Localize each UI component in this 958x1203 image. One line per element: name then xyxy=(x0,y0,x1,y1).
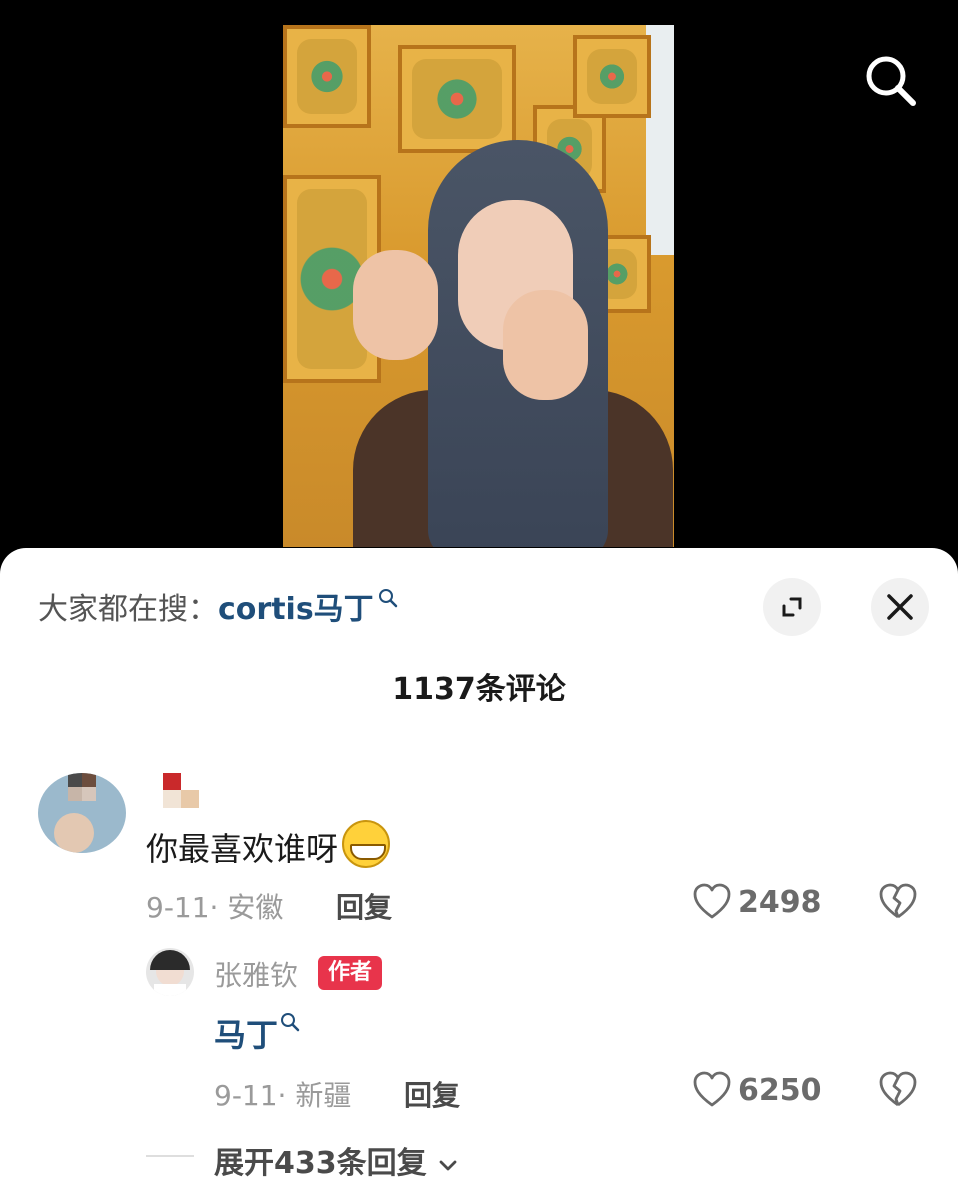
heart-icon xyxy=(693,883,731,919)
comments-count: 1137条评论 xyxy=(392,672,566,707)
avatar-mosaic xyxy=(68,773,82,787)
door-panel xyxy=(398,45,516,153)
comments-panel: 大家都在搜：cortis马丁 1137条评论 你最喜欢谁呀 9-11· 安徽 回… xyxy=(0,548,958,1203)
left-hand xyxy=(353,250,438,360)
reply-body: 马丁 xyxy=(214,1010,300,1056)
close-button[interactable] xyxy=(871,578,929,636)
video-frame[interactable] xyxy=(283,25,674,547)
like-count: 2498 xyxy=(738,884,822,920)
dislike-button[interactable] xyxy=(878,882,918,922)
door-panel xyxy=(573,35,651,118)
expand-button[interactable] xyxy=(763,578,821,636)
like-button[interactable]: 2498 xyxy=(692,882,822,922)
avatar-shirt xyxy=(154,984,186,996)
reply-button[interactable]: 回复 xyxy=(336,886,392,926)
search-icon xyxy=(866,56,916,106)
author-badge: 作者 xyxy=(318,956,383,990)
reply-date: 9-11 xyxy=(214,1079,278,1112)
avatar-mosaic xyxy=(82,773,96,787)
username-redacted-block xyxy=(163,773,181,791)
chevron-down-icon xyxy=(439,1160,457,1170)
username-redacted-block xyxy=(163,790,181,808)
heart-icon xyxy=(693,1071,731,1107)
expand-icon xyxy=(782,597,802,617)
commenter-avatar[interactable] xyxy=(38,773,126,853)
video-area[interactable] xyxy=(0,0,958,560)
reply-location: · 新疆 xyxy=(277,1079,352,1112)
reply-meta: 9-11· 新疆 xyxy=(214,1074,351,1114)
hot-search-prefix: 大家都在搜： xyxy=(38,592,218,627)
reply-button[interactable]: 回复 xyxy=(404,1074,460,1114)
dislike-button[interactable] xyxy=(878,1070,918,1110)
reply-link[interactable]: 马丁 xyxy=(214,1016,278,1054)
avatar-face xyxy=(54,813,94,853)
expand-replies-button[interactable]: 展开433条回复 xyxy=(214,1138,459,1182)
username-redacted-block xyxy=(181,790,199,808)
search-small-icon xyxy=(378,589,397,608)
expand-replies-label: 展开433条回复 xyxy=(214,1146,427,1181)
comment-location: · 安徽 xyxy=(209,891,284,924)
like-button[interactable]: 6250 xyxy=(692,1070,822,1110)
avatar-hair xyxy=(150,950,190,970)
comment-meta: 9-11· 安徽 xyxy=(146,886,283,926)
close-icon xyxy=(887,594,913,620)
author-avatar[interactable] xyxy=(146,948,194,996)
avatar-mosaic xyxy=(68,787,82,801)
door-panel xyxy=(283,25,371,128)
avatar-mosaic xyxy=(82,787,96,801)
person xyxy=(353,140,673,547)
comment-text: 你最喜欢谁呀 xyxy=(146,830,339,868)
grinning-face-emoji xyxy=(342,820,391,868)
search-small-icon xyxy=(281,1013,300,1032)
broken-heart-icon xyxy=(879,1071,917,1107)
expand-divider xyxy=(146,1155,194,1157)
hot-search-term[interactable]: cortis马丁 xyxy=(218,592,374,627)
author-name[interactable]: 张雅钦 xyxy=(214,954,298,994)
right-hand xyxy=(503,290,588,400)
comment-date: 9-11 xyxy=(146,891,210,924)
broken-heart-icon xyxy=(879,883,917,919)
search-button[interactable] xyxy=(860,50,920,110)
like-count: 6250 xyxy=(738,1072,822,1108)
comment-body: 你最喜欢谁呀 xyxy=(146,820,391,870)
hot-search[interactable]: 大家都在搜：cortis马丁 xyxy=(38,584,398,628)
